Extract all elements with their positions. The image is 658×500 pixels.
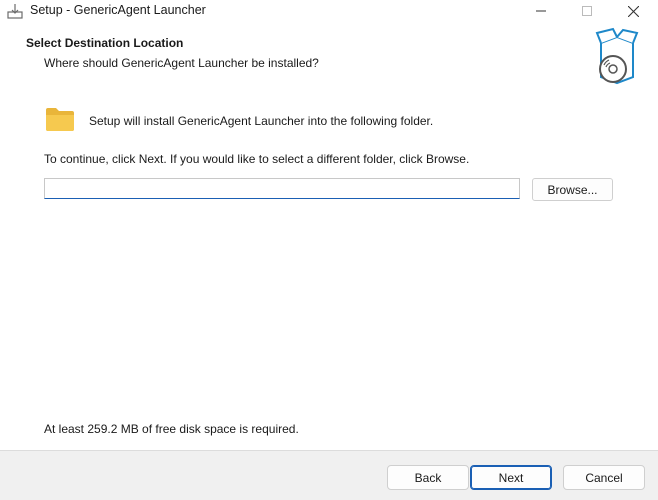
minimize-icon <box>536 10 546 12</box>
install-box-disc-icon <box>595 27 639 85</box>
cancel-button[interactable]: Cancel <box>563 465 645 490</box>
next-button[interactable]: Next <box>470 465 552 490</box>
instruction-text: To continue, click Next. If you would li… <box>44 152 470 166</box>
folder-icon <box>45 106 75 132</box>
page-title: Select Destination Location <box>26 36 184 50</box>
window-title: Setup - GenericAgent Launcher <box>30 3 206 17</box>
browse-button[interactable]: Browse... <box>532 178 613 201</box>
back-button[interactable]: Back <box>387 465 469 490</box>
wizard-header: Select Destination Location Where should… <box>0 22 658 92</box>
wizard-footer: Back Next Cancel <box>0 450 658 500</box>
setup-app-icon <box>6 2 24 20</box>
install-intro-text: Setup will install GenericAgent Launcher… <box>89 114 434 128</box>
page-subtitle: Where should GenericAgent Launcher be in… <box>44 56 319 70</box>
destination-path-input[interactable] <box>44 178 520 199</box>
maximize-button[interactable] <box>564 0 610 22</box>
close-icon <box>627 5 639 17</box>
close-button[interactable] <box>610 0 656 22</box>
maximize-icon <box>582 6 592 16</box>
wizard-content: Setup will install GenericAgent Launcher… <box>0 92 658 450</box>
disk-space-text: At least 259.2 MB of free disk space is … <box>44 422 299 436</box>
minimize-button[interactable] <box>518 0 564 22</box>
title-bar: Setup - GenericAgent Launcher <box>0 0 658 22</box>
